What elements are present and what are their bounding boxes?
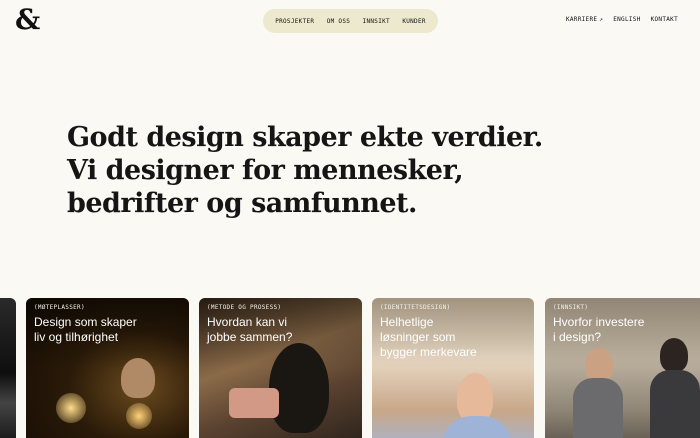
- hero-heading: Godt design skaper ekte verdier. Vi desi…: [67, 121, 543, 220]
- hero-line: Godt design skaper ekte verdier.: [67, 122, 543, 153]
- card-partial[interactable]: [0, 298, 16, 438]
- article-card-innsikt[interactable]: (INNSIKT) Hvorfor investere i design?: [545, 298, 700, 438]
- card-image-person: [121, 358, 155, 398]
- article-card-metode[interactable]: (METODE OG PROSESS) Hvordan kan vi jobbe…: [199, 298, 362, 438]
- card-image-shirt: [442, 416, 512, 438]
- article-card-identitet[interactable]: (IDENTITETSDESIGN) Helhetlige løsninger …: [372, 298, 534, 438]
- article-carousel: (MØTEPLASSER) Design som skaper liv og t…: [0, 298, 700, 438]
- karriere-label: KARRIERE: [565, 16, 598, 23]
- card-image-paper: [229, 388, 279, 418]
- card-title-line: Hvordan kan vi: [207, 315, 288, 329]
- card-title: Helhetlige løsninger som bygger merkevar…: [380, 315, 477, 360]
- card-image-body: [650, 370, 700, 438]
- nav-item-karriere[interactable]: KARRIERE ↗: [566, 16, 603, 23]
- card-title-line: jobbe sammen?: [207, 330, 293, 344]
- card-title-line: bygger merkevare: [380, 345, 477, 359]
- logo[interactable]: &: [15, 6, 40, 34]
- card-title-line: i design?: [553, 330, 602, 344]
- external-link-icon: ↗: [599, 16, 604, 23]
- card-tag: (INNSIKT): [553, 304, 589, 311]
- card-image-body: [573, 378, 623, 438]
- hero-line: bedrifter og samfunnet.: [67, 188, 417, 219]
- card-title: Hvorfor investere i design?: [553, 315, 644, 345]
- card-title-line: Helhetlige: [380, 315, 434, 329]
- card-image-person: [269, 343, 329, 433]
- hero-line: Vi designer for mennesker,: [67, 155, 464, 186]
- nav-item-om-oss[interactable]: OM OSS: [327, 18, 350, 25]
- card-title-line: Design som skaper: [34, 315, 137, 329]
- card-image-light: [56, 393, 86, 423]
- card-title-line: løsninger som: [380, 330, 456, 344]
- card-tag: (METODE OG PROSESS): [207, 304, 282, 311]
- nav-item-prosjekter[interactable]: PROSJEKTER: [275, 18, 314, 25]
- card-title: Hvordan kan vi jobbe sammen?: [207, 315, 292, 345]
- nav-item-innsikt[interactable]: INNSIKT: [363, 18, 390, 25]
- card-title: Design som skaper liv og tilhørighet: [34, 315, 137, 345]
- card-tag: (MØTEPLASSER): [34, 304, 85, 311]
- card-tag: (IDENTITETSDESIGN): [380, 304, 451, 311]
- card-image-light: [126, 403, 152, 429]
- card-image-person: [585, 348, 613, 382]
- main-nav: PROSJEKTER OM OSS INNSIKT KUNDER: [263, 9, 438, 33]
- article-card-moteplasser[interactable]: (MØTEPLASSER) Design som skaper liv og t…: [26, 298, 189, 438]
- language-switch-english[interactable]: ENGLISH: [613, 16, 640, 23]
- card-title-line: liv og tilhørighet: [34, 330, 119, 344]
- nav-item-kontakt[interactable]: KONTAKT: [651, 16, 678, 23]
- secondary-nav: KARRIERE ↗ ENGLISH KONTAKT: [566, 16, 678, 23]
- card-title-line: Hvorfor investere: [553, 315, 645, 329]
- nav-item-kunder[interactable]: KUNDER: [402, 18, 425, 25]
- card-image-person: [660, 338, 688, 372]
